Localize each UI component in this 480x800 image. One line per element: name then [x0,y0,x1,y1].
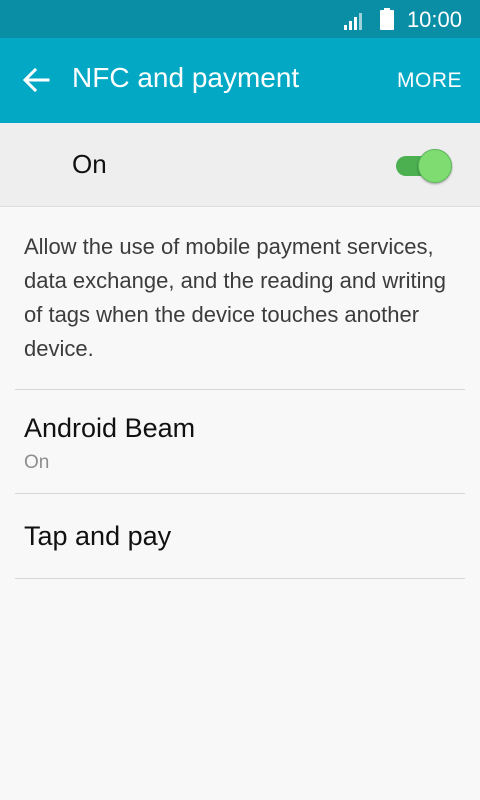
divider [15,578,465,579]
nfc-master-switch-row[interactable]: On [0,123,480,207]
tap-and-pay-title: Tap and pay [24,521,172,551]
signal-icon [344,13,362,30]
toggle-thumb [418,149,452,183]
nfc-description: Allow the use of mobile payment services… [24,234,446,361]
nfc-toggle-switch[interactable] [394,146,454,184]
list-item-android-beam[interactable]: Android Beam On [0,390,480,493]
battery-icon [380,8,394,30]
more-button[interactable]: MORE [397,69,462,93]
page-title: NFC and payment [72,62,300,93]
arrow-back-icon[interactable] [22,66,50,94]
status-bar: 10:00 [0,0,480,38]
master-switch-label: On [72,149,107,179]
android-beam-title: Android Beam [24,413,196,443]
list-item-tap-and-pay[interactable]: Tap and pay [0,494,480,578]
app-bar: NFC and payment MORE [0,38,480,123]
android-beam-status: On [24,452,50,473]
status-time: 10:00 [406,7,462,32]
